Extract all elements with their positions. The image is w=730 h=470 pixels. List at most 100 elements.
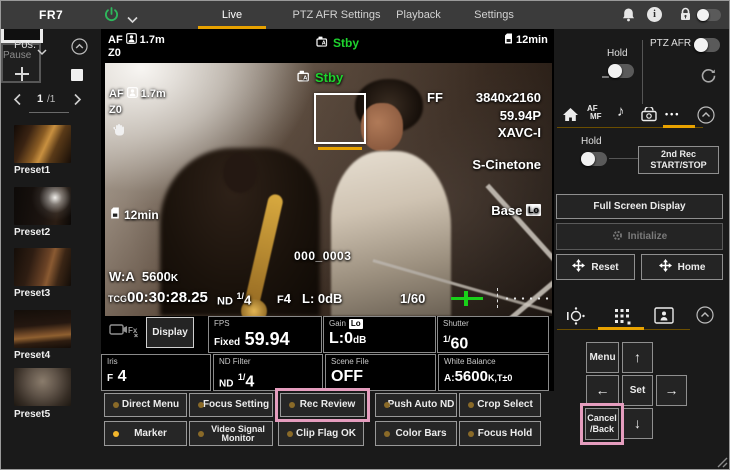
assign-indicator	[384, 402, 390, 408]
notifications-bell-icon[interactable]	[621, 7, 636, 28]
position-dropdown-chevron-icon[interactable]	[37, 43, 47, 61]
assign-indicator	[384, 431, 390, 437]
preset3-thumbnail[interactable]	[14, 248, 71, 286]
sidebar-divider	[29, 112, 69, 113]
tab-playback[interactable]: Playback	[376, 1, 461, 29]
svg-text:A: A	[322, 41, 326, 47]
overlay-nd: ND 1/4	[217, 291, 251, 307]
fps-panel[interactable]: FPS Fixed 59.94	[208, 316, 322, 353]
saxophonist-head	[223, 153, 257, 193]
pad-up-button[interactable]: ↑	[622, 342, 653, 373]
tab-live[interactable]: Live	[196, 1, 268, 29]
preset3-label[interactable]: Preset3	[14, 288, 50, 299]
preset1-thumbnail[interactable]	[14, 125, 71, 163]
home-tab-icon[interactable]	[562, 107, 579, 127]
scene-file-panel[interactable]: Scene File OFF	[325, 354, 436, 391]
preset2-label[interactable]: Preset2	[14, 227, 50, 238]
preset4-label[interactable]: Preset4	[14, 350, 50, 361]
nd-filter-panel[interactable]: ND Filter ND 1/4	[213, 354, 323, 391]
lock-icon	[679, 7, 692, 27]
gain-panel[interactable]: GainLo L:0dB	[323, 316, 436, 353]
ptz-afr-label: PTZ AFR	[650, 38, 691, 49]
position-group-label[interactable]: Pos.	[14, 39, 36, 51]
lock-toggle[interactable]	[697, 9, 721, 21]
svg-text:A: A	[303, 75, 308, 81]
live-video-feed[interactable]: AF 1.7m Z0 A Stby FF 3840x2160 59.94P XA…	[105, 63, 552, 316]
statusbar-zoom: Z0	[108, 47, 121, 59]
video-signal-monitor-button[interactable]: Video Signal Monitor	[189, 421, 273, 446]
white-balance-panel[interactable]: White Balance A:5600K,T±0	[438, 354, 549, 391]
clip-flag-ok-button[interactable]: Clip Flag OK	[278, 421, 364, 446]
toggle-knob	[694, 38, 708, 52]
focus-hold-button[interactable]: Focus Hold	[459, 421, 541, 446]
initialize-button[interactable]: Initialize	[556, 223, 723, 250]
refresh-icon[interactable]	[700, 67, 717, 89]
crop-select-button[interactable]: Crop Select	[459, 393, 541, 417]
home-button[interactable]: Home	[641, 254, 723, 280]
marker-button[interactable]: Marker	[104, 421, 187, 446]
rec-hold-link	[602, 76, 609, 78]
display-button[interactable]: Display	[146, 317, 194, 348]
pad-left-button[interactable]: ←	[586, 375, 619, 406]
preset1-label[interactable]: Preset1	[14, 165, 50, 176]
overlay-clip-name: 000_0003	[294, 249, 351, 263]
color-bars-button[interactable]: Color Bars	[375, 421, 457, 446]
arrow-down-icon: ↓	[634, 418, 641, 429]
page-prev-icon[interactable]	[13, 93, 22, 111]
cancel-back-button[interactable]: Cancel /Back	[585, 408, 619, 440]
collapse-pad-icon[interactable]	[696, 306, 714, 329]
ptz-camera-tab-icon[interactable]	[640, 107, 658, 127]
2nd-rec-start-stop-button[interactable]: 2nd Rec START/STOP	[638, 146, 719, 174]
resize-handle[interactable]	[715, 455, 728, 470]
more-tab-icon[interactable]: •••	[665, 109, 680, 119]
statusbar-media: 12min	[504, 33, 548, 47]
rec-review-button[interactable]: Rec Review	[280, 393, 365, 417]
collapse-sidebar-icon[interactable]	[71, 38, 88, 60]
rec-hold-toggle[interactable]	[608, 64, 634, 78]
camera-body-icon: A	[316, 36, 329, 50]
page-next-icon[interactable]	[73, 93, 82, 111]
singer-dress	[331, 151, 451, 316]
tab-settings[interactable]: Settings	[463, 1, 525, 29]
menu-button[interactable]: Menu	[586, 342, 619, 373]
reset-button[interactable]: Reset	[556, 254, 635, 280]
overlay-shutter: 1/60	[400, 291, 425, 306]
pad-down-button[interactable]: ↓	[622, 408, 653, 439]
media-card-icon	[504, 33, 513, 47]
2nd-rec-hold-label: Hold	[581, 136, 602, 147]
audio-tab-icon[interactable]: ♪	[617, 103, 625, 120]
tab-ptz-afr-settings[interactable]: PTZ AFR Settings	[284, 1, 389, 29]
info-icon[interactable]: i	[647, 7, 662, 22]
stand-cross-bar	[485, 184, 552, 288]
collapse-panel-icon[interactable]	[697, 106, 715, 129]
power-icon[interactable]	[103, 6, 120, 28]
overlay-timecode: 00:30:28.25	[127, 289, 208, 306]
stop-icon[interactable]	[71, 69, 83, 81]
overlay-resolution: 3840x2160	[476, 90, 541, 105]
chevron-down-icon[interactable]	[127, 11, 138, 29]
cancel-back-highlight: Cancel /Back	[580, 403, 624, 445]
pad-right-button[interactable]: →	[656, 375, 687, 406]
focus-setting-button[interactable]: Focus Setting	[189, 393, 273, 417]
2nd-rec-hold-toggle[interactable]	[581, 152, 607, 166]
assign-indicator-on	[113, 431, 119, 437]
push-auto-nd-button[interactable]: Push Auto ND	[375, 393, 457, 417]
add-preset-icon[interactable]	[13, 65, 31, 88]
preset5-thumbnail[interactable]	[14, 368, 71, 406]
shutter-panel[interactable]: Shutter 1/60	[437, 316, 549, 353]
statusbar-focus: AF 1.7m	[108, 33, 165, 47]
af-mf-tab-icon[interactable]: AF MF	[587, 105, 602, 121]
iris-panel[interactable]: Iris F 4	[101, 354, 211, 391]
face-detection-box	[314, 93, 366, 144]
assign-indicator	[198, 431, 204, 437]
direct-menu-button[interactable]: Direct Menu	[104, 393, 187, 417]
preset4-thumbnail[interactable]	[14, 310, 71, 348]
full-screen-display-button[interactable]: Full Screen Display	[556, 194, 723, 219]
crop-person-tab-icon[interactable]	[654, 307, 674, 329]
preset2-thumbnail[interactable]	[14, 187, 71, 225]
joystick-tab-icon[interactable]	[566, 306, 586, 331]
preset5-label[interactable]: Preset5	[14, 409, 50, 420]
overlay-tc-label: TCG	[108, 294, 127, 304]
ptz-afr-toggle[interactable]	[694, 38, 720, 52]
set-button[interactable]: Set	[622, 375, 653, 406]
